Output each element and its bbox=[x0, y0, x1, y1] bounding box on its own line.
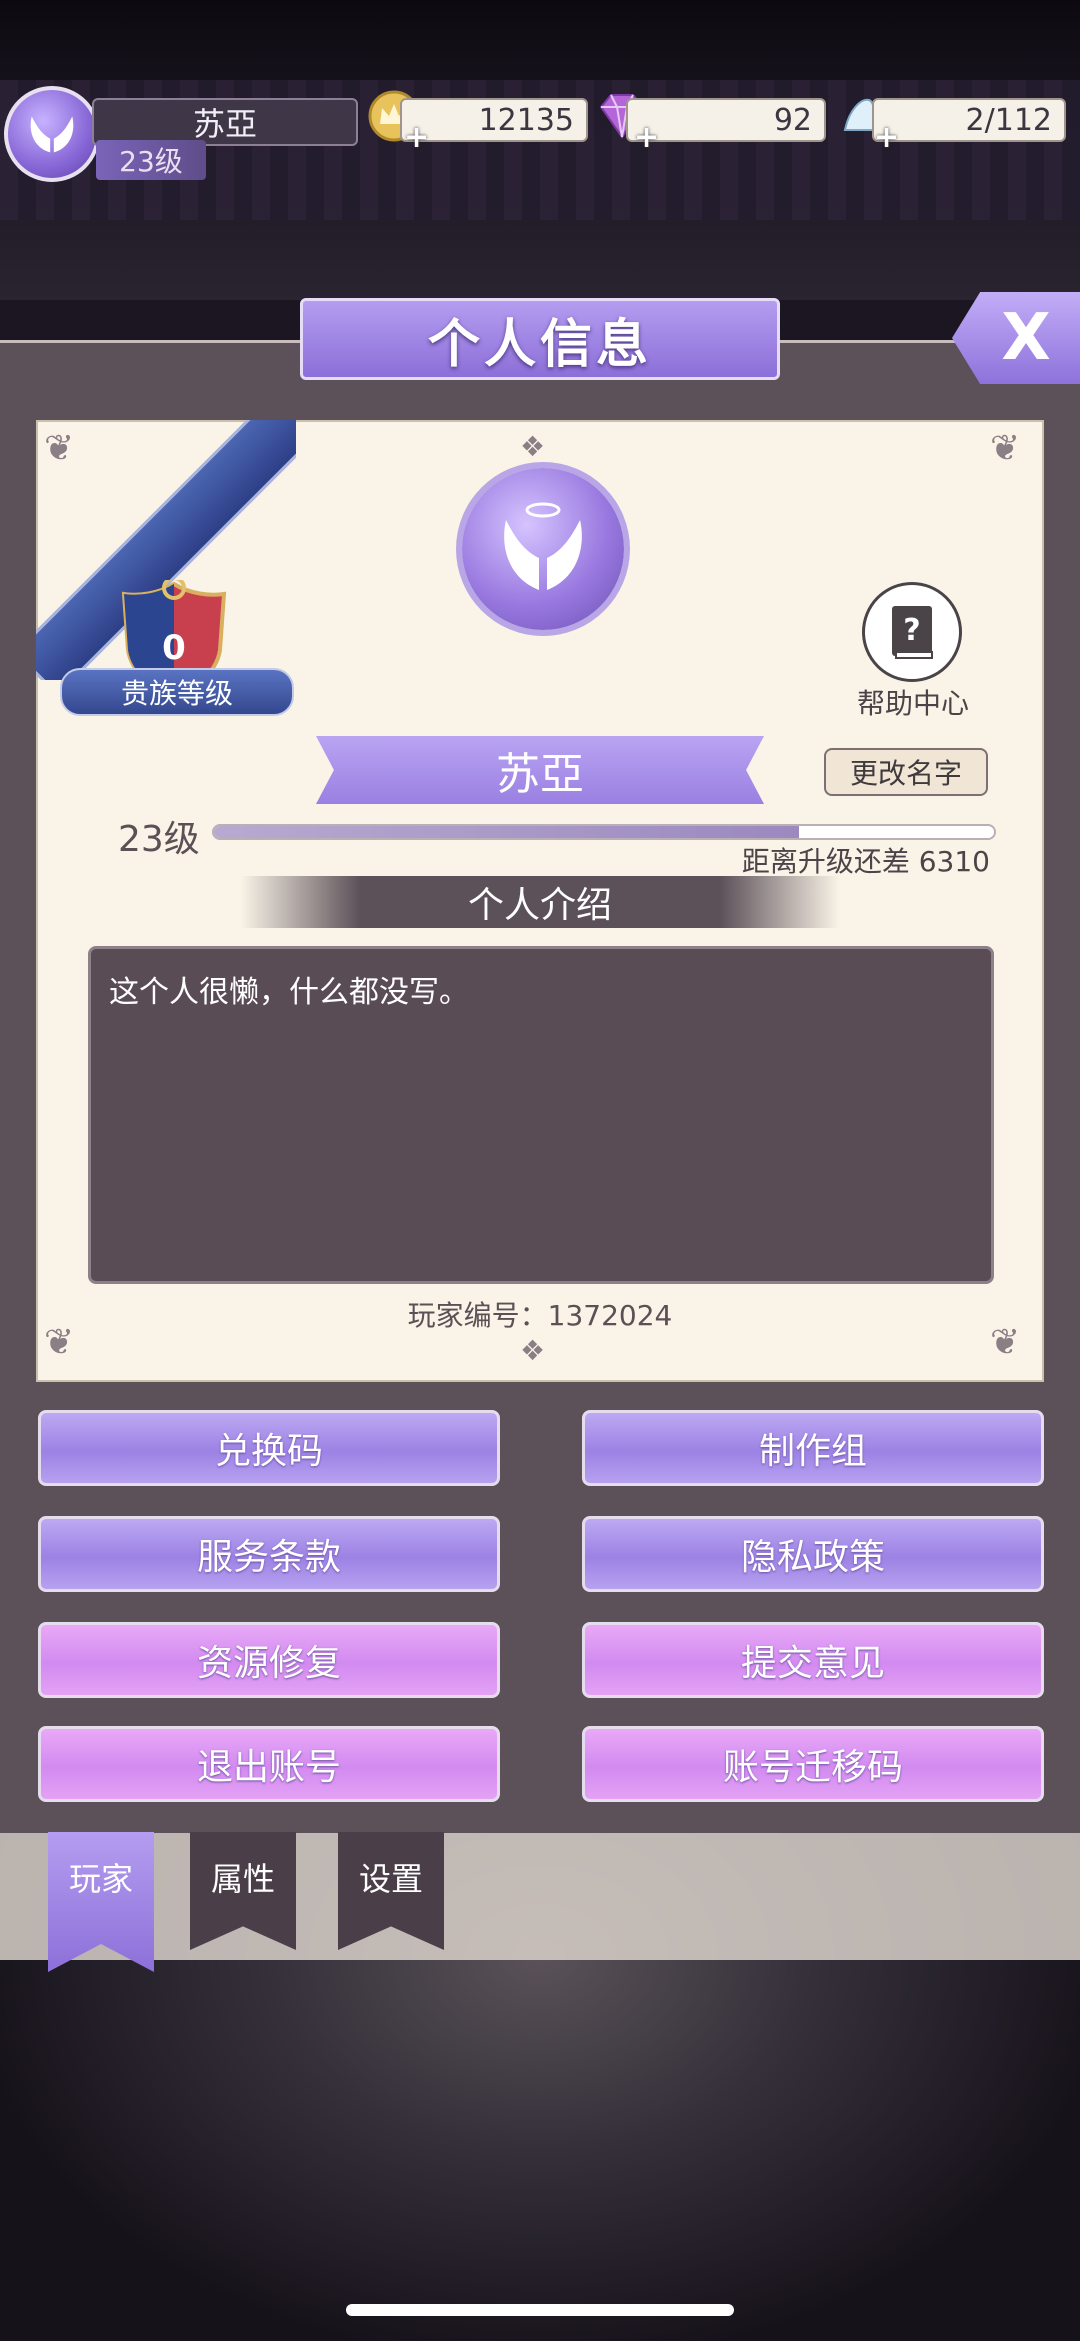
profile-emblem[interactable] bbox=[462, 468, 624, 630]
xp-remaining: 距离升级还差 6310 bbox=[741, 845, 990, 878]
xp-progress-bar bbox=[212, 824, 996, 840]
display-name: 苏亞 bbox=[316, 736, 764, 804]
top-center-ornament: ❖ bbox=[520, 430, 546, 463]
player-level: 23级 bbox=[96, 140, 206, 180]
intro-header: 个人介绍 bbox=[240, 876, 840, 928]
add-gold-icon[interactable]: + bbox=[404, 120, 429, 155]
add-gem-icon[interactable]: + bbox=[634, 120, 659, 155]
privacy-button[interactable]: 隐私政策 bbox=[582, 1516, 1044, 1592]
terms-button[interactable]: 服务条款 bbox=[38, 1516, 500, 1592]
help-center-button[interactable]: ? bbox=[862, 582, 962, 682]
player-id: 玩家编号：1372024 bbox=[407, 1299, 673, 1332]
migration-code-button[interactable]: 账号迁移码 bbox=[582, 1726, 1044, 1802]
svg-text:?: ? bbox=[903, 613, 920, 648]
player-name: 苏亞 bbox=[92, 98, 358, 146]
intro-text: 这个人很懒，什么都没写。 bbox=[109, 975, 469, 1010]
xp-progress-fill bbox=[214, 826, 799, 838]
player-avatar[interactable] bbox=[4, 86, 100, 182]
wings-icon bbox=[30, 116, 74, 153]
resource-repair-button[interactable]: 资源修复 bbox=[38, 1622, 500, 1698]
angel-wings-icon bbox=[504, 502, 582, 590]
help-center-label[interactable]: 帮助中心 bbox=[838, 682, 988, 722]
intro-textbox[interactable]: 这个人很懒，什么都没写。 bbox=[88, 946, 994, 1284]
noble-level-value: 0 bbox=[162, 628, 186, 668]
level-text: 23级 bbox=[118, 819, 200, 860]
redeem-code-button[interactable]: 兑换码 bbox=[38, 1410, 500, 1486]
panel-title: 个人信息 bbox=[300, 298, 780, 380]
bottom-center-ornament: ❖ bbox=[520, 1334, 546, 1367]
add-stamina-icon[interactable]: + bbox=[874, 120, 899, 155]
noble-level-label[interactable]: 贵族等级 bbox=[60, 668, 294, 716]
stamina-counter: 2/112 bbox=[872, 98, 1066, 142]
rename-button[interactable]: 更改名字 bbox=[824, 748, 988, 796]
credits-button[interactable]: 制作组 bbox=[582, 1410, 1044, 1486]
logout-button[interactable]: 退出账号 bbox=[38, 1726, 500, 1802]
background-strip bbox=[0, 1830, 1080, 1960]
feedback-button[interactable]: 提交意见 bbox=[582, 1622, 1044, 1698]
corner-flourish-top-right: ❦ bbox=[990, 428, 1021, 469]
help-book-icon: ? bbox=[892, 606, 933, 659]
home-indicator[interactable] bbox=[346, 2304, 734, 2316]
